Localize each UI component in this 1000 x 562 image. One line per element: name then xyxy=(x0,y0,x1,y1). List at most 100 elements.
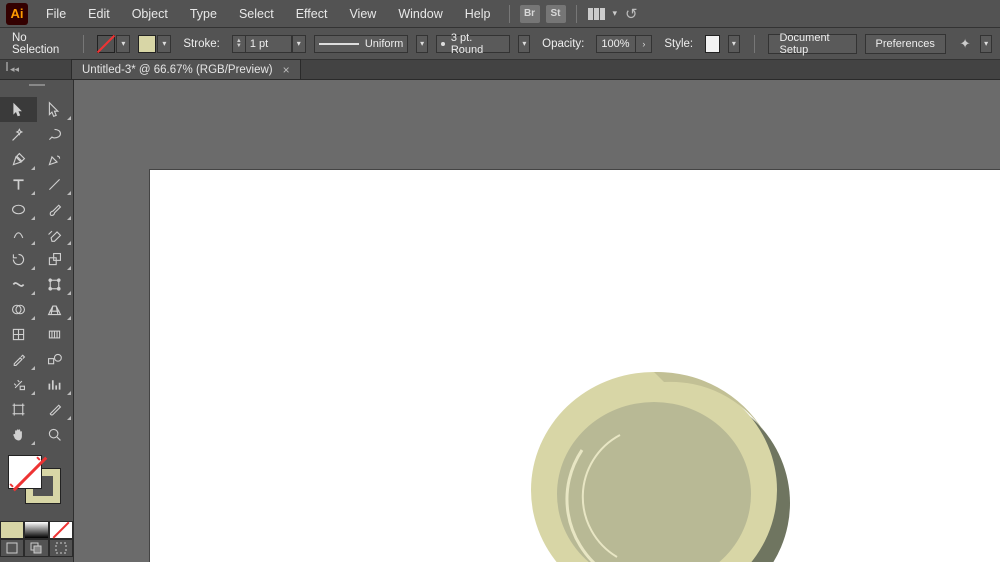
fill-dropdown[interactable]: ▾ xyxy=(116,35,130,53)
sync-settings-icon[interactable]: ↺ xyxy=(625,5,638,23)
selection-tool[interactable] xyxy=(0,97,37,122)
align-dropdown[interactable]: ▾ xyxy=(980,35,992,53)
eyedropper-tool[interactable] xyxy=(0,347,37,372)
profile-line-icon xyxy=(319,43,359,45)
opacity-value[interactable]: 100% xyxy=(596,35,636,53)
workspace xyxy=(0,80,1000,562)
screen-mode-row xyxy=(0,539,73,557)
style-label: Style: xyxy=(660,36,697,52)
draw-behind-icon[interactable] xyxy=(24,539,48,557)
profile-dropdown[interactable]: ▾ xyxy=(416,35,428,53)
column-graph-tool[interactable] xyxy=(37,372,74,397)
stroke-weight-field[interactable]: ▲▼ 1 pt ▾ xyxy=(232,35,306,53)
color-mode-row xyxy=(0,521,73,539)
canvas[interactable] xyxy=(74,80,1000,562)
close-tab-icon[interactable]: × xyxy=(283,63,290,77)
direct-selection-tool[interactable] xyxy=(37,97,74,122)
stroke-label: Stroke: xyxy=(179,36,223,52)
fill-indicator[interactable] xyxy=(8,455,42,489)
menu-select[interactable]: Select xyxy=(229,3,284,25)
document-tab[interactable]: Untitled-3* @ 66.67% (RGB/Preview) × xyxy=(72,59,301,79)
line-segment-tool[interactable] xyxy=(37,172,74,197)
slice-tool[interactable] xyxy=(37,397,74,422)
ellipse-tool[interactable] xyxy=(0,197,37,222)
variable-width-profile[interactable]: Uniform xyxy=(314,35,409,53)
stroke-swatch[interactable] xyxy=(138,35,156,53)
opacity-dropdown[interactable]: › xyxy=(636,35,652,53)
color-mode-none[interactable] xyxy=(49,521,73,539)
free-transform-tool[interactable] xyxy=(37,272,74,297)
zoom-tool[interactable] xyxy=(37,422,74,447)
menu-file[interactable]: File xyxy=(36,3,76,25)
opacity-field[interactable]: 100% › xyxy=(596,35,652,53)
control-bar: No Selection ▾ ▾ Stroke: ▲▼ 1 pt ▾ Unifo… xyxy=(0,28,1000,60)
blend-tool[interactable] xyxy=(37,347,74,372)
width-tool[interactable] xyxy=(0,272,37,297)
hand-tool[interactable] xyxy=(0,422,37,447)
fill-stroke-indicator[interactable] xyxy=(0,453,73,501)
stroke-weight-value[interactable]: 1 pt xyxy=(246,35,292,53)
brush-dropdown[interactable]: ▾ xyxy=(518,35,530,53)
lasso-tool[interactable] xyxy=(37,122,74,147)
shape-builder-tool[interactable] xyxy=(0,297,37,322)
toolbox-grip-icon[interactable] xyxy=(0,84,73,94)
stroke-dropdown[interactable]: ▾ xyxy=(157,35,171,53)
shaper-tool[interactable] xyxy=(0,222,37,247)
document-tab-title: Untitled-3* @ 66.67% (RGB/Preview) xyxy=(82,64,273,76)
draw-normal-icon[interactable] xyxy=(0,539,24,557)
pen-tool[interactable] xyxy=(0,147,37,172)
panel-collapse-toggle[interactable]: ◂◂ xyxy=(0,59,72,79)
document-setup-button[interactable]: Document Setup xyxy=(768,34,856,54)
menu-help[interactable]: Help xyxy=(455,3,501,25)
color-mode-solid[interactable] xyxy=(0,521,24,539)
align-flyout-icon[interactable]: ✦ xyxy=(958,35,973,53)
menu-view[interactable]: View xyxy=(339,3,386,25)
brush-definition[interactable]: 3 pt. Round xyxy=(436,35,510,53)
divider xyxy=(83,35,84,53)
paintbrush-tool[interactable] xyxy=(37,197,74,222)
menu-object[interactable]: Object xyxy=(122,3,178,25)
app-logo: Ai xyxy=(6,3,28,25)
menu-effect[interactable]: Effect xyxy=(286,3,338,25)
type-tool[interactable] xyxy=(0,172,37,197)
stepper-arrows-icon[interactable]: ▲▼ xyxy=(232,35,246,53)
rotate-tool[interactable] xyxy=(0,247,37,272)
eraser-tool[interactable] xyxy=(37,222,74,247)
fill-swatch-group: ▾ xyxy=(97,35,130,53)
artwork-coin xyxy=(150,170,1000,562)
mesh-tool[interactable] xyxy=(0,322,37,347)
graphic-style-swatch[interactable] xyxy=(705,35,720,53)
preferences-button[interactable]: Preferences xyxy=(865,34,946,54)
arrange-documents-icon[interactable] xyxy=(588,8,605,20)
profile-label: Uniform xyxy=(365,38,404,50)
gradient-tool[interactable] xyxy=(37,322,74,347)
selection-status: No Selection xyxy=(8,30,69,58)
brush-label: 3 pt. Round xyxy=(451,32,506,56)
chevron-down-icon[interactable]: ▾ xyxy=(613,8,618,19)
draw-inside-icon[interactable] xyxy=(49,539,73,557)
brush-dot-icon xyxy=(441,42,445,46)
stock-icon[interactable]: St xyxy=(546,5,566,23)
menu-bar: Ai File Edit Object Type Select Effect V… xyxy=(0,0,1000,28)
divider xyxy=(576,5,577,23)
stroke-weight-dropdown[interactable]: ▾ xyxy=(292,35,306,53)
toolbox xyxy=(0,80,74,562)
menu-type[interactable]: Type xyxy=(180,3,227,25)
artboard-tool[interactable] xyxy=(0,397,37,422)
fill-swatch[interactable] xyxy=(97,35,115,53)
magic-wand-tool[interactable] xyxy=(0,122,37,147)
document-tab-strip: ◂◂ Untitled-3* @ 66.67% (RGB/Preview) × xyxy=(0,60,1000,80)
perspective-grid-tool[interactable] xyxy=(37,297,74,322)
menu-edit[interactable]: Edit xyxy=(78,3,120,25)
divider xyxy=(509,5,510,23)
curvature-tool[interactable] xyxy=(37,147,74,172)
bridge-icon[interactable]: Br xyxy=(520,5,540,23)
opacity-label: Opacity: xyxy=(538,36,588,52)
style-dropdown[interactable]: ▾ xyxy=(728,35,740,53)
divider xyxy=(754,35,755,53)
menu-window[interactable]: Window xyxy=(388,3,452,25)
stroke-swatch-group: ▾ xyxy=(138,35,171,53)
color-mode-gradient[interactable] xyxy=(24,521,48,539)
scale-tool[interactable] xyxy=(37,247,74,272)
symbol-sprayer-tool[interactable] xyxy=(0,372,37,397)
